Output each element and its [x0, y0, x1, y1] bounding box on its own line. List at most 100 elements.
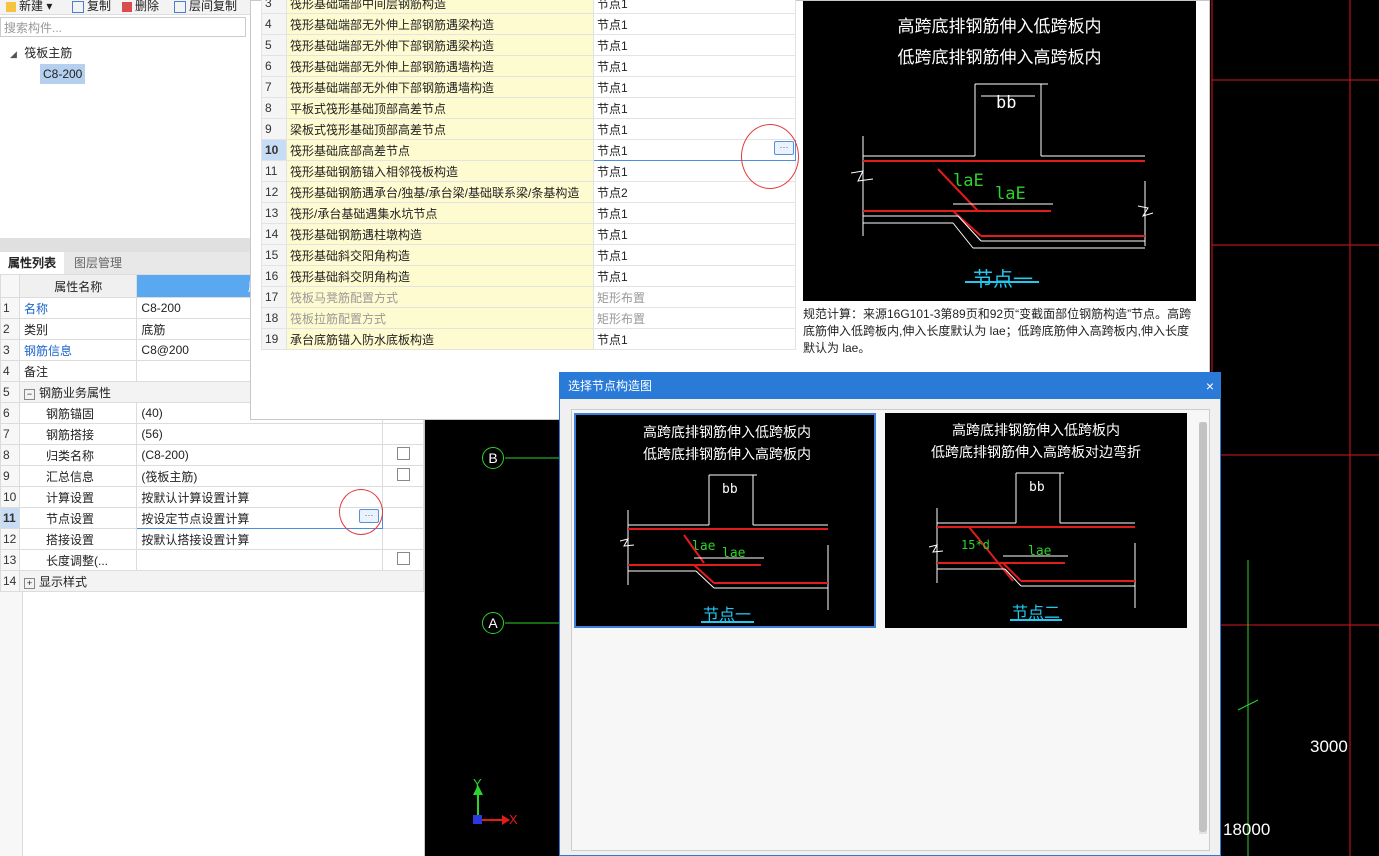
component-list-panel: 新建 ▾ 复制 删除 层间复制 搜索构件... ◢ 筏板主筋 C8-200	[0, 0, 251, 238]
table-row[interactable]: 4 筏形基础端部无外伸上部钢筋遇梁构造 节点1	[261, 13, 796, 35]
node-value[interactable]: 节点1	[593, 76, 796, 98]
table-row[interactable]: 12 筏形基础钢筋遇承台/独基/承台梁/基础联系梁/条基构造 节点2	[261, 181, 796, 203]
node-value[interactable]: 节点1	[593, 202, 796, 224]
property-value[interactable]: 按默认搭接设置计算	[136, 528, 384, 550]
table-row[interactable]: 9 汇总信息 (筏板主筋)	[0, 465, 424, 487]
attach-checkbox[interactable]	[396, 552, 410, 565]
axis-label-a: A	[488, 615, 498, 631]
node-name: 筏形/承台基础遇集水坑节点	[286, 202, 594, 224]
table-row[interactable]: 8 平板式筏形基础顶部高差节点 节点1	[261, 97, 796, 119]
row-number: 7	[0, 423, 20, 445]
node-settings-table: 3 筏形基础端部中间层钢筋构造 节点1 4 筏形基础端部无外伸上部钢筋遇梁构造 节点1 …	[261, 0, 796, 350]
property-value[interactable]	[136, 549, 384, 571]
table-row[interactable]: 5 筏形基础端部无外伸下部钢筋遇梁构造 节点1	[261, 34, 796, 56]
node-value[interactable]: 节点1	[593, 244, 796, 266]
row-number: 13	[0, 549, 20, 571]
highlight-circle	[741, 124, 799, 189]
attach-checkbox[interactable]	[396, 447, 410, 460]
table-row[interactable]: 15 筏形基础斜交阳角构造 节点1	[261, 244, 796, 266]
row-number: 11	[261, 160, 287, 182]
tab-layer-management[interactable]: 图层管理	[66, 252, 130, 274]
row-gutter	[0, 592, 23, 856]
table-row-group[interactable]: 14 + 显示样式	[0, 570, 425, 592]
table-row[interactable]: 16 筏形基础斜交阴角构造 节点1	[261, 265, 796, 287]
table-row[interactable]: 9 梁板式筏形基础顶部高差节点 节点1	[261, 118, 796, 140]
close-icon[interactable]: ×	[1206, 373, 1214, 399]
row-number: 2	[0, 318, 20, 340]
new-label: 新建	[19, 0, 44, 13]
node-value[interactable]: 节点1	[593, 97, 796, 119]
component-search-input[interactable]: 搜索构件...	[0, 17, 246, 37]
thumb2-title-line1: 高跨底排钢筋伸入低跨板内	[952, 422, 1120, 438]
floor-copy-button[interactable]: 层间复制	[174, 0, 237, 14]
node-thumbnail-2[interactable]: 高跨底排钢筋伸入低跨板内 低跨底排钢筋伸入高跨板对边弯折 bb 15*d lae…	[885, 413, 1187, 628]
dimension-18000: 18000	[1223, 820, 1271, 839]
row-number: 1	[0, 297, 20, 319]
table-row[interactable]: 18 筏板拉筋配置方式 矩形布置	[261, 307, 796, 329]
node-value[interactable]: 节点1	[593, 0, 796, 14]
property-name: 长度调整(...	[18, 549, 138, 571]
property-value[interactable]: (56)	[136, 423, 384, 445]
table-row[interactable]: 7 钢筋搭接 (56)	[0, 423, 424, 445]
preview-lae-label-1: laE	[953, 171, 984, 191]
property-value[interactable]: (C8-200)	[136, 444, 384, 466]
row-number: 18	[261, 307, 287, 329]
expand-icon[interactable]: +	[23, 577, 35, 589]
table-row[interactable]: 11 筏形基础钢筋锚入相邻筏板构造 节点1	[261, 160, 796, 182]
dimension-3000: 3000	[1310, 737, 1348, 756]
tree-node-raft-main-rebar[interactable]: ◢ 筏板主筋	[10, 44, 72, 61]
node-value[interactable]: 节点1	[593, 55, 796, 77]
group-cell[interactable]: + 显示样式	[18, 570, 425, 592]
copy-button[interactable]: 复制	[72, 0, 111, 14]
table-row[interactable]: 6 筏形基础端部无外伸上部钢筋遇墙构造 节点1	[261, 55, 796, 77]
row-number: 6	[0, 402, 20, 424]
property-extra	[382, 528, 424, 550]
dialog-title: 选择节点构造图	[568, 379, 653, 393]
thumb1-bb-label: bb	[722, 482, 738, 497]
collapse-icon[interactable]: −	[23, 388, 35, 400]
table-row[interactable]: 13 长度调整(...	[0, 549, 424, 571]
preview-title-line1: 高跨底排钢筋伸入低跨板内	[897, 17, 1102, 36]
dialog-title-bar[interactable]: 选择节点构造图 ×	[560, 373, 1220, 399]
node-value[interactable]: 节点1	[593, 13, 796, 35]
node-value[interactable]: 节点1	[593, 328, 796, 350]
node-name: 梁板式筏形基础顶部高差节点	[286, 118, 594, 140]
row-number: 9	[0, 465, 20, 487]
dialog-scrollbar[interactable]	[1199, 422, 1207, 834]
highlight-circle	[339, 489, 383, 535]
table-row[interactable]: 7 筏形基础端部无外伸下部钢筋遇墙构造 节点1	[261, 76, 796, 98]
tab-property-list[interactable]: 属性列表	[0, 252, 65, 274]
table-row[interactable]: 3 筏形基础端部中间层钢筋构造 节点1	[261, 0, 796, 14]
table-row[interactable]: 14 筏形基础钢筋遇柱墩构造 节点1	[261, 223, 796, 245]
axis-label-b: B	[488, 450, 498, 466]
new-button[interactable]: 新建 ▾	[6, 0, 52, 14]
table-row-selected[interactable]: 10 筏形基础底部高差节点 节点1	[261, 139, 796, 161]
property-group-name: 显示样式	[38, 574, 87, 589]
attach-checkbox[interactable]	[396, 468, 410, 481]
node-value[interactable]: 节点1	[593, 265, 796, 287]
property-name: 归类名称	[18, 444, 138, 466]
property-checkbox-cell	[382, 549, 424, 571]
table-row[interactable]: 19 承台底筋锚入防水底板构造 节点1	[261, 328, 796, 350]
node-name: 筏板拉筋配置方式	[286, 307, 594, 329]
table-row[interactable]: 17 筏板马凳筋配置方式 矩形布置	[261, 286, 796, 308]
table-row[interactable]: 13 筏形/承台基础遇集水坑节点 节点1	[261, 202, 796, 224]
node-value[interactable]: 节点1	[593, 223, 796, 245]
property-name: 搭接设置	[18, 528, 138, 550]
row-number: 11	[0, 507, 20, 529]
node-thumbnail-1[interactable]: 高跨底排钢筋伸入低跨板内 低跨底排钢筋伸入高跨板内 bb lae lae 节点一	[574, 413, 876, 628]
node-name: 筏形基础斜交阳角构造	[286, 244, 594, 266]
node-name: 筏形基础端部无外伸下部钢筋遇墙构造	[286, 76, 594, 98]
tree-collapse-icon[interactable]: ◢	[10, 49, 17, 59]
thumb2-caption: 节点二	[1011, 605, 1060, 622]
property-value[interactable]: (筏板主筋)	[136, 465, 384, 487]
ucs-x-label: X	[509, 812, 518, 827]
table-row[interactable]: 8 归类名称 (C8-200)	[0, 444, 424, 466]
thumb2-bb-label: bb	[1029, 480, 1045, 495]
node-value[interactable]: 节点1	[593, 34, 796, 56]
node-name: 筏形基础底部高差节点	[286, 139, 594, 161]
delete-button[interactable]: 删除	[122, 0, 159, 14]
dialog-scroll-thumb[interactable]	[1199, 422, 1207, 832]
row-number: 16	[261, 265, 287, 287]
tree-node-c8-200[interactable]: C8-200	[40, 64, 86, 84]
